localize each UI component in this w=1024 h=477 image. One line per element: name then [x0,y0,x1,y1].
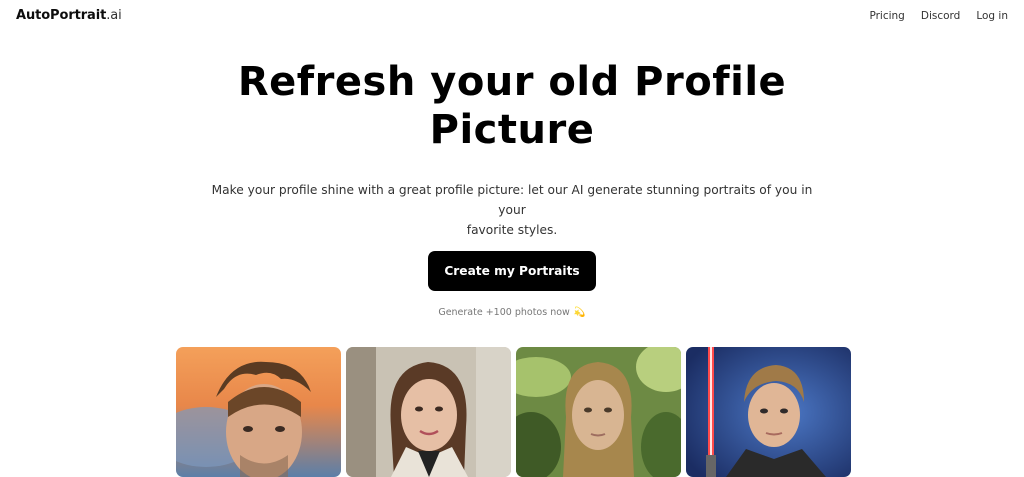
portrait-gallery [176,347,851,477]
nav-link-login[interactable]: Log in [976,10,1008,22]
nav-link-pricing[interactable]: Pricing [869,10,904,22]
hero-subtitle-line-2: favorite styles. [466,223,558,237]
nav-links: Pricing Discord Log in [869,10,1008,22]
portrait-woman-blazer-image [346,347,511,477]
sparkle-icon: 💫 [573,307,586,318]
logo-brand: AutoPortrait [16,8,107,23]
top-navbar: AutoPortrait.ai Pricing Discord Log in [0,0,1024,34]
portrait-girl-jungle-image [516,347,681,477]
portrait-girl-jungle [516,347,681,477]
logo-tld: .ai [106,8,122,23]
create-portraits-button[interactable]: Create my Portraits [428,251,596,291]
site-logo[interactable]: AutoPortrait.ai [16,8,122,23]
portrait-jedi-lightsaber [686,347,851,477]
portrait-woman-blazer [346,347,511,477]
nav-link-discord[interactable]: Discord [921,10,960,22]
generate-note: Generate +100 photos now 💫 [0,307,1024,318]
generate-note-text: Generate +100 photos now [438,307,570,318]
hero-title-line-1: Refresh your old Profile [237,59,787,105]
hero-subtitle-line-1: Make your profile shine with a great pro… [211,183,813,217]
portrait-jedi-lightsaber-image [686,347,851,477]
portrait-man-sunset [176,347,341,477]
portrait-man-sunset-image [176,347,341,477]
hero-title-line-2: Picture [429,107,595,153]
hero-subtitle: Make your profile shine with a great pro… [200,180,824,240]
hero-title: Refresh your old Profile Picture [0,58,1024,154]
